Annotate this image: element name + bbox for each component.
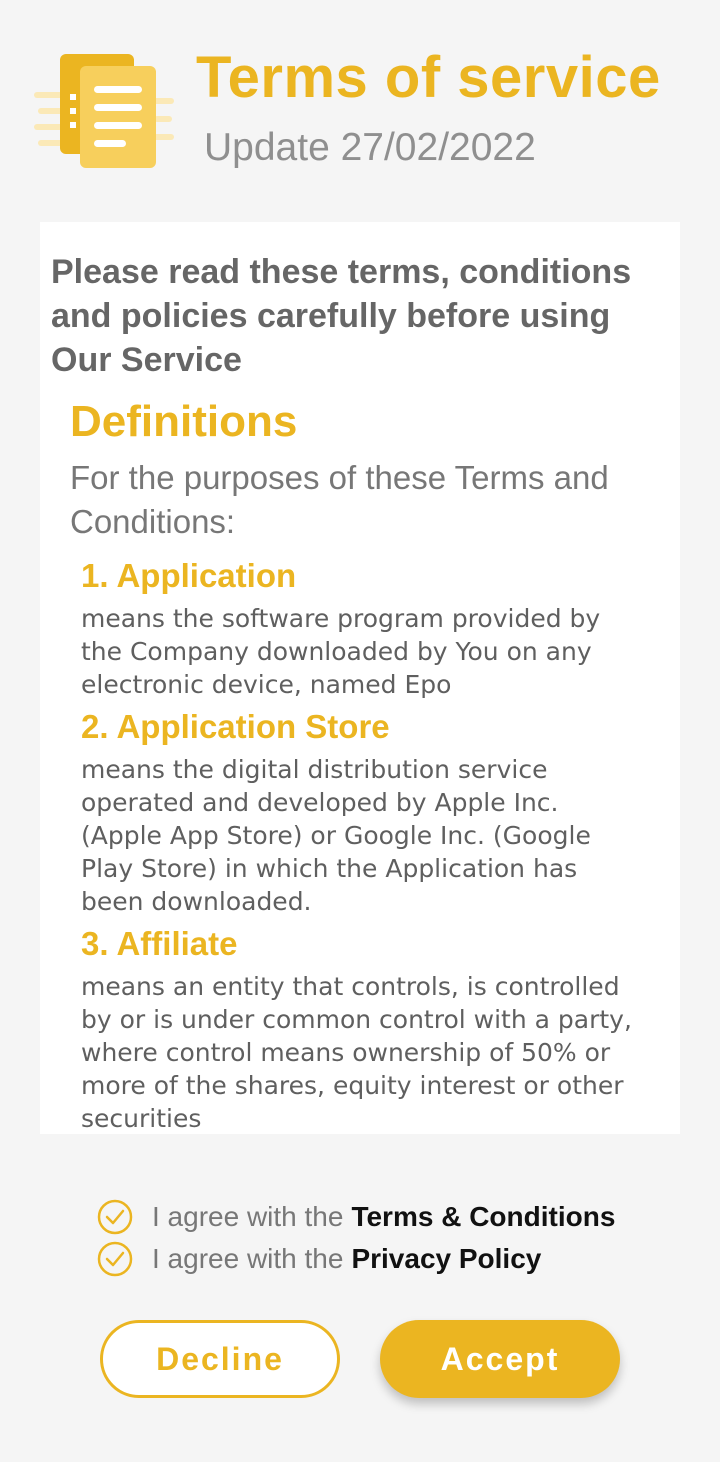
definitions-list: 1. Application means the software progra… [40, 554, 680, 1134]
definition-title: 1. Application [81, 557, 297, 594]
section-title: Definitions [70, 397, 298, 446]
definition-title: 2. Application Store [81, 708, 390, 745]
terms-conditions-link[interactable]: Terms & Conditions [351, 1201, 615, 1233]
section-description: For the purposes of these Terms and Cond… [70, 459, 609, 540]
intro-text: Please read these terms, conditions and … [51, 253, 632, 379]
definition-body: means the digital distribution service o… [81, 755, 591, 916]
definition-item: 3. Affiliate means an entity that contro… [81, 922, 640, 1134]
definition-body: means an entity that controls, is contro… [81, 972, 632, 1133]
agree-terms-row[interactable]: I agree with the Terms & Conditions [96, 1196, 615, 1238]
definition-title: 3. Affiliate [81, 925, 238, 962]
page-title: Terms of service [196, 45, 661, 110]
agree-terms-prefix: I agree with the [152, 1201, 344, 1232]
decline-button[interactable]: Decline [100, 1320, 340, 1398]
header: Terms of service Update 27/02/2022 [0, 0, 720, 210]
definition-item: 1. Application means the software progra… [81, 554, 640, 701]
privacy-policy-link[interactable]: Privacy Policy [351, 1243, 541, 1275]
definition-item: 2. Application Store means the digital d… [81, 705, 640, 918]
agreement-block: I agree with the Terms & Conditions I ag… [96, 1196, 615, 1280]
agree-privacy-row[interactable]: I agree with the Privacy Policy [96, 1238, 615, 1280]
agree-privacy-prefix: I agree with the [152, 1243, 344, 1274]
definition-body: means the software program provided by t… [81, 604, 601, 699]
update-date: Update 27/02/2022 [204, 126, 536, 169]
check-circle-icon[interactable] [96, 1240, 134, 1278]
accept-button[interactable]: Accept [380, 1320, 620, 1398]
terms-scroll-area[interactable]: Please read these terms, conditions and … [40, 222, 680, 1134]
check-circle-icon[interactable] [96, 1198, 134, 1236]
document-list-icon [34, 54, 174, 168]
